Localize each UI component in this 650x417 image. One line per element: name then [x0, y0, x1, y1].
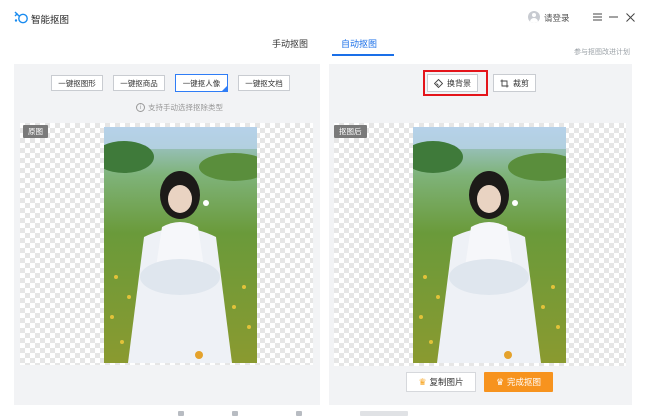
app-logo-icon	[14, 11, 28, 24]
avatar[interactable]	[528, 11, 540, 23]
result-photo	[413, 127, 566, 363]
bottom-toolbar	[0, 410, 650, 417]
finish-cutout-label: 完成抠图	[507, 377, 542, 387]
toolbar-icon[interactable]	[296, 411, 302, 416]
app-title: 智能抠图	[31, 15, 70, 26]
menu-icon[interactable]	[589, 9, 605, 25]
result-panel: 换背景 裁剪 抠图后	[329, 64, 632, 405]
copy-image-button[interactable]: ♛ 复制图片	[406, 372, 476, 392]
original-label: 原图	[23, 125, 48, 138]
cutout-portrait-label: 一键抠人像	[182, 78, 221, 88]
selected-corner-icon	[221, 85, 228, 92]
finish-cutout-button[interactable]: ♛ 完成抠图	[484, 372, 553, 392]
mode-tabs: 手动抠图 自动抠图	[0, 34, 650, 56]
result-label: 抠图后	[334, 125, 367, 138]
close-icon[interactable]	[622, 9, 638, 25]
toolbar-icon[interactable]	[232, 411, 238, 416]
active-tab-indicator	[332, 54, 394, 56]
crop-icon	[500, 79, 509, 87]
tool-highlight-box	[423, 70, 488, 96]
tab-auto-cutout[interactable]: 自动抠图	[341, 37, 377, 50]
login-link[interactable]: 请登录	[544, 12, 570, 24]
tab-manual-cutout[interactable]: 手动抠图	[272, 37, 308, 50]
cutout-shape-button[interactable]: 一键抠图形	[51, 75, 103, 91]
cutout-portrait-button[interactable]: 一键抠人像	[175, 74, 228, 92]
improvement-plan-link[interactable]: 参与抠图改进计划	[574, 47, 630, 57]
toolbar-icon[interactable]	[178, 411, 184, 416]
title-bar: 智能抠图 请登录	[0, 0, 650, 34]
hint-text: 支持手动选择抠除类型	[148, 103, 223, 112]
original-photo	[104, 127, 257, 363]
info-icon: i	[136, 103, 145, 112]
copy-image-label: 复制图片	[429, 377, 464, 387]
crop-label: 裁剪	[513, 78, 529, 88]
cutout-product-button[interactable]: 一键抠商品	[113, 75, 165, 91]
crown-icon: ♛	[418, 376, 427, 387]
minimize-icon[interactable]	[605, 9, 621, 25]
crown-icon: ♛	[495, 376, 505, 387]
cutout-document-button[interactable]: 一键抠文档	[238, 75, 290, 91]
original-panel: 一键抠图形 一键抠商品 一键抠人像 一键抠文档 i 支持手动选择抠除类型 原图	[14, 64, 320, 405]
zoom-field[interactable]	[360, 411, 408, 416]
crop-button[interactable]: 裁剪	[493, 74, 536, 92]
hint-text-row: i 支持手动选择抠除类型	[136, 102, 223, 113]
